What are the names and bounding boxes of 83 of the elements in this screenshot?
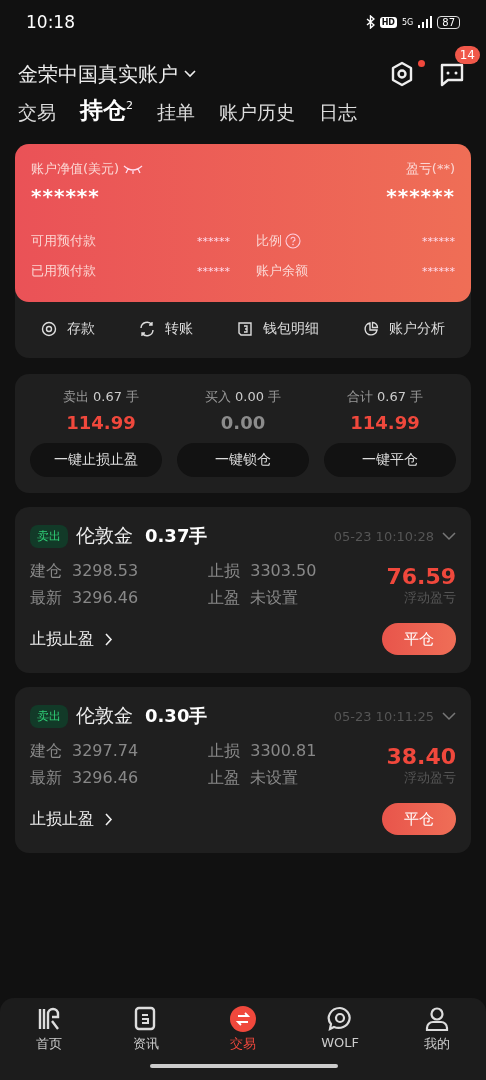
nav-item[interactable]: 我的 bbox=[407, 1006, 468, 1056]
tab[interactable]: 挂单 bbox=[157, 100, 195, 126]
person-icon bbox=[424, 1006, 451, 1032]
summary-value: 114.99 bbox=[350, 412, 420, 433]
metric-label: 比例 bbox=[256, 232, 282, 250]
quick-action-button[interactable]: 一键平仓 bbox=[324, 443, 456, 477]
help-icon[interactable] bbox=[285, 233, 301, 249]
pie-chart-icon bbox=[363, 321, 379, 337]
metric-label: 账户余额 bbox=[256, 262, 308, 280]
sl-tp-link[interactable]: 止损止盈 bbox=[30, 628, 113, 650]
field-label: 建仓 bbox=[30, 561, 62, 582]
field-value: 3296.46 bbox=[72, 768, 139, 789]
hd-indicator: HD bbox=[379, 16, 397, 28]
field-label: 最新 bbox=[30, 768, 62, 789]
field-value: 3303.50 bbox=[250, 561, 317, 582]
summary-label: 买入 0.00 手 bbox=[204, 388, 282, 406]
metric-value: ****** bbox=[197, 264, 230, 278]
hidden-eye-icon[interactable] bbox=[122, 164, 145, 174]
swap-icon bbox=[229, 1006, 256, 1032]
field-label: 最新 bbox=[30, 588, 62, 609]
metric-value: ****** bbox=[422, 264, 455, 278]
target-icon bbox=[41, 321, 57, 337]
metric-label: 已用预付款 bbox=[31, 262, 96, 280]
receipt-icon bbox=[237, 321, 253, 337]
field-value: 3296.46 bbox=[72, 588, 139, 609]
tab[interactable]: 账户历史 bbox=[219, 100, 295, 126]
status-time: 10:18 bbox=[26, 12, 75, 32]
chevron-down-icon[interactable] bbox=[442, 531, 456, 541]
tab[interactable]: 持仓$^{2}$ bbox=[80, 95, 133, 126]
floating-pnl: 38.40 bbox=[386, 743, 456, 769]
field-label: 建仓 bbox=[30, 741, 62, 762]
tab[interactable]: 日志 bbox=[319, 100, 357, 126]
summary-value: 0.00 bbox=[220, 412, 266, 433]
metric-value: ****** bbox=[197, 234, 230, 248]
nav-item[interactable]: 交易 bbox=[212, 1006, 273, 1056]
message-count-badge: 14 bbox=[454, 46, 480, 64]
tab[interactable]: 交易 bbox=[18, 100, 56, 126]
field-value: 未设置 bbox=[250, 588, 299, 609]
nav-item[interactable]: 资讯 bbox=[115, 1006, 176, 1056]
network-label: 5G bbox=[401, 17, 414, 27]
summary-label: 合计 0.67 手 bbox=[346, 388, 424, 406]
battery-indicator: 87 bbox=[437, 15, 460, 29]
field-value: 3300.81 bbox=[250, 741, 317, 762]
nav-item[interactable]: 首页 bbox=[18, 1006, 79, 1056]
account-action[interactable]: 转账 bbox=[139, 320, 193, 338]
floating-pnl: 76.59 bbox=[386, 563, 456, 589]
account-action[interactable]: 存款 bbox=[41, 320, 95, 338]
side-tag: 卖出 bbox=[30, 704, 68, 728]
chevron-down-icon[interactable] bbox=[442, 711, 456, 721]
account-action[interactable]: 账户分析 bbox=[363, 320, 445, 338]
side-tag: 卖出 bbox=[30, 524, 68, 548]
account-selector[interactable]: 金荣中国真实账户 bbox=[18, 60, 196, 88]
nav-item[interactable]: WOLF bbox=[310, 1006, 371, 1056]
quick-action-button[interactable]: 一键锁仓 bbox=[177, 443, 309, 477]
field-label: 止盈 bbox=[208, 588, 241, 609]
field-value: 3298.53 bbox=[72, 561, 139, 582]
pnl-label: 盈亏(**) bbox=[405, 160, 455, 178]
quick-action-button[interactable]: 一键止损止盈 bbox=[30, 443, 162, 477]
chevron-right-icon bbox=[104, 812, 113, 826]
chat-icon bbox=[327, 1006, 354, 1032]
field-value: 未设置 bbox=[250, 768, 299, 789]
summary-value: 114.99 bbox=[66, 412, 136, 433]
field-label: 止盈 bbox=[208, 768, 241, 789]
chevron-right-icon bbox=[104, 632, 113, 646]
account-action[interactable]: 钱包明细 bbox=[237, 320, 319, 338]
symbol-name: 伦敦金 bbox=[76, 523, 133, 548]
field-label: 止损 bbox=[208, 561, 241, 582]
pnl-value: ****** bbox=[386, 184, 455, 208]
field-label: 止损 bbox=[208, 741, 241, 762]
equity-label: 账户净值(美元) bbox=[31, 160, 120, 178]
sl-tp-link[interactable]: 止损止盈 bbox=[30, 808, 113, 830]
lot-size: 0.30手 bbox=[145, 704, 208, 728]
chevron-down-icon bbox=[184, 70, 196, 78]
lot-size: 0.37手 bbox=[145, 524, 208, 548]
symbol-name: 伦敦金 bbox=[76, 703, 133, 728]
field-value: 3297.74 bbox=[72, 741, 139, 762]
metric-label: 可用预付款 bbox=[31, 232, 96, 250]
summary-label: 卖出 0.67 手 bbox=[62, 388, 140, 406]
metric-value: ****** bbox=[422, 234, 455, 248]
bluetooth-icon bbox=[365, 15, 375, 29]
refresh-icon bbox=[139, 321, 155, 337]
equity-value: ****** bbox=[31, 184, 100, 208]
signal-icon bbox=[418, 16, 433, 28]
